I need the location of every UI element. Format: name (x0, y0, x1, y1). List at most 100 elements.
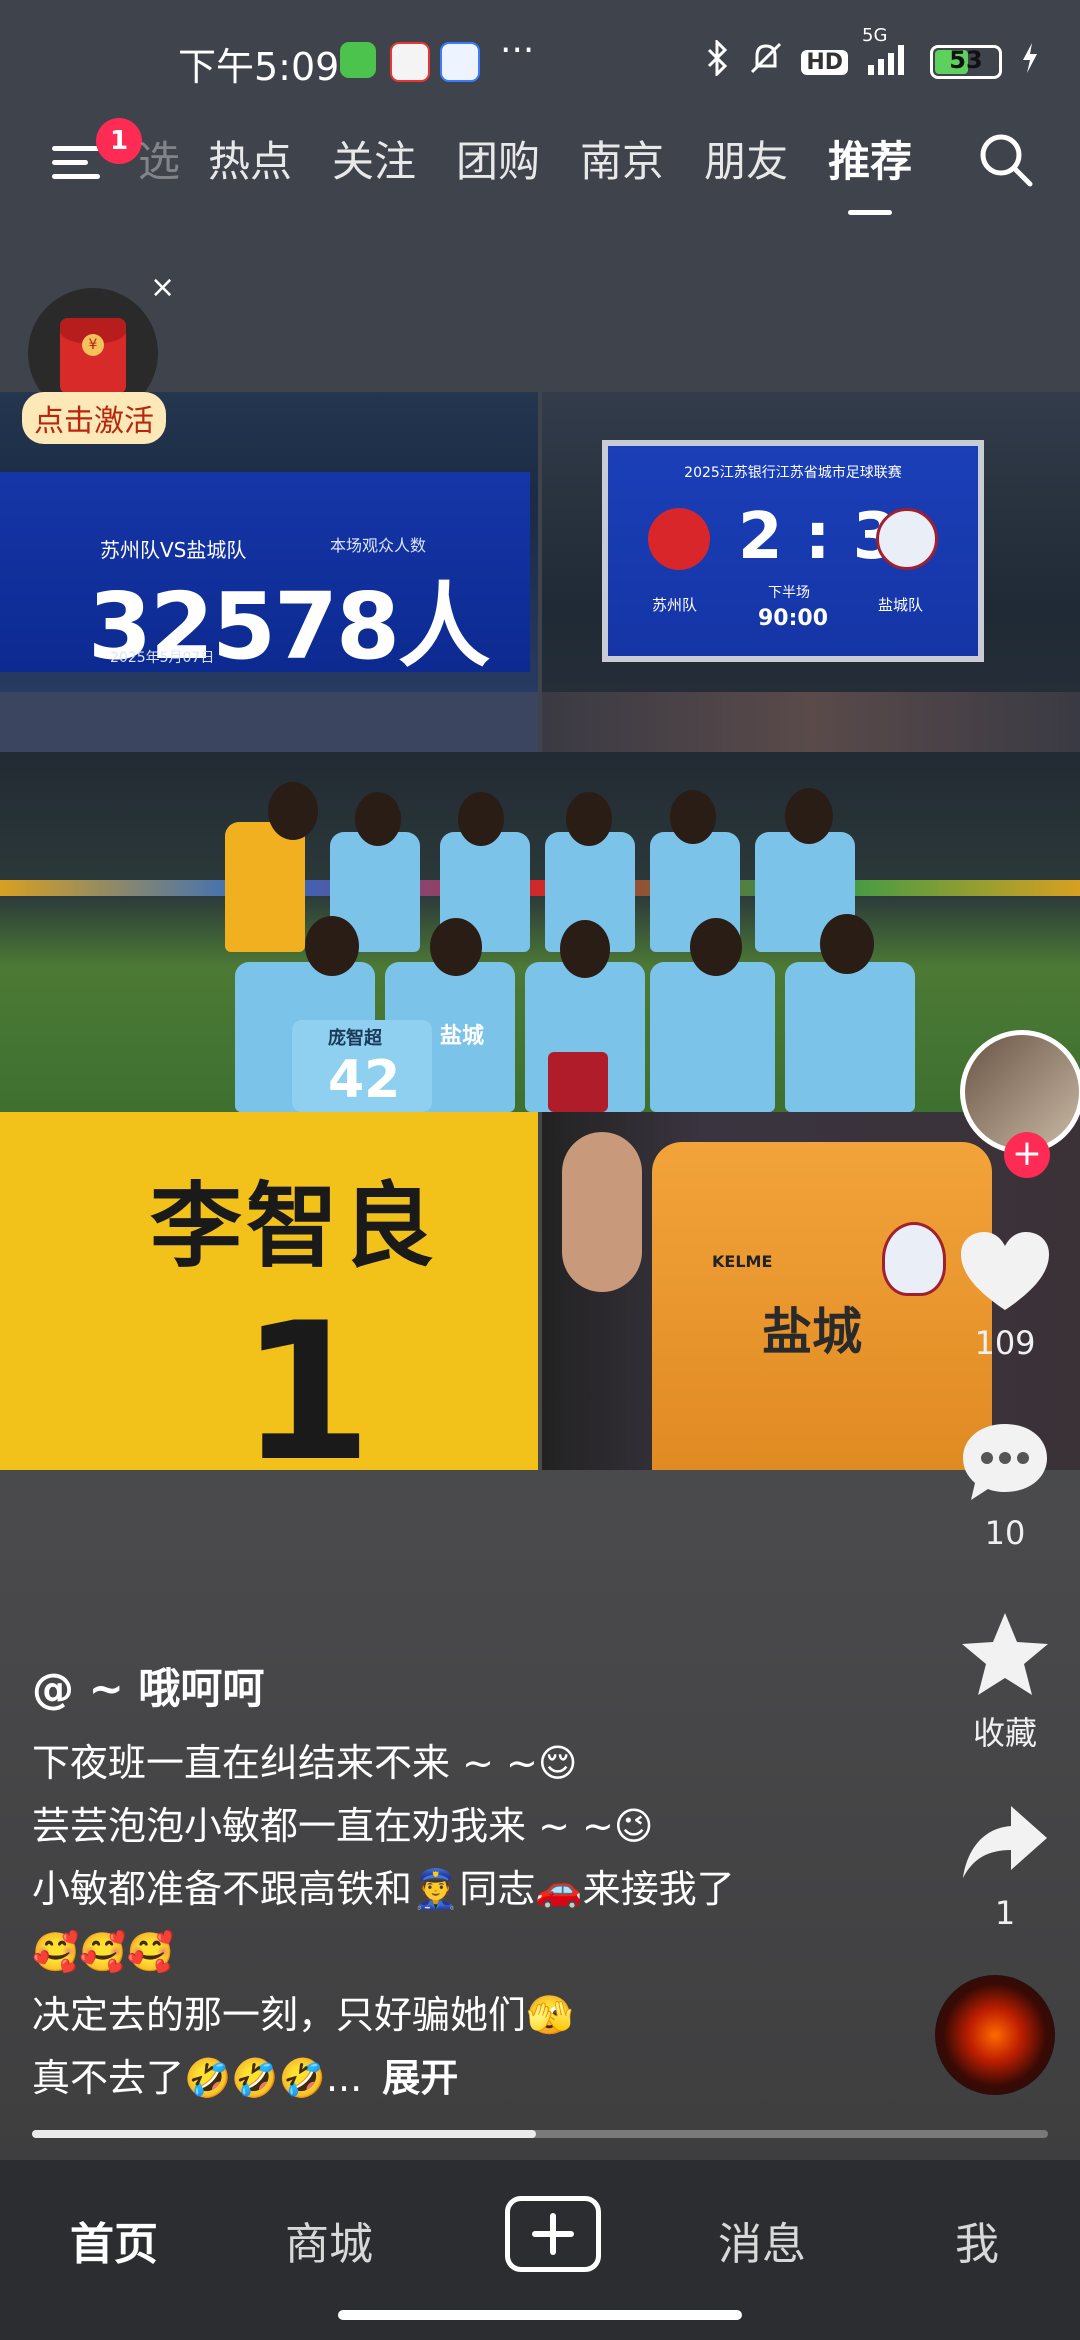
player-front (785, 962, 915, 1112)
caption-line: 🥰🥰🥰 (32, 1930, 174, 1974)
tab-faded[interactable]: 选 (138, 128, 188, 189)
heart-icon (959, 1232, 1051, 1318)
image-progress[interactable] (32, 2130, 1048, 2138)
wechat-app-icon (340, 42, 376, 78)
status-right: HD 5G 53 (705, 25, 1040, 84)
home-team-logo (648, 508, 710, 570)
signal-icon: 5G (862, 25, 912, 83)
match-time: 90:00 (758, 606, 829, 631)
player-head (690, 918, 742, 976)
top-nav: 1 选 热点 关注 团购 南京 朋友 推荐 (0, 118, 1080, 218)
held-shirt: 庞智超 42 (292, 1020, 432, 1112)
home-team-name: 苏州队 (652, 596, 698, 614)
tab-messages[interactable]: 消息 (718, 2208, 806, 2272)
caption-line: 决定去的那一刻，只好骗她们🫣 (32, 1993, 574, 2037)
jersey-club-text: 盐城 (440, 1024, 485, 1049)
tab-group-buy[interactable]: 团购 (436, 128, 560, 189)
photo-score-board[interactable]: 2025江苏银行江苏省城市足球联赛 2 : 3 苏州队 下半场 90:00 盐城… (542, 392, 1080, 752)
comment-count: 10 (984, 1514, 1026, 1552)
comment-button[interactable]: 10 (930, 1420, 1080, 1552)
tab-nanjing[interactable]: 南京 (560, 128, 684, 189)
tab-me[interactable]: 我 (955, 2208, 999, 2272)
like-count: 109 (974, 1324, 1036, 1362)
caption-line: 芸芸泡泡小敏都一直在劝我来 ~ ~😉 (32, 1804, 654, 1848)
away-team-name: 盐城队 (878, 596, 924, 614)
tab-mall[interactable]: 商城 (285, 2208, 373, 2272)
post-image-grid[interactable]: 本场观众人数 苏州队VS盐城队 32578人 2025年5月07日 2025江苏… (0, 392, 1080, 1470)
battery-indicator: 53 (930, 45, 1002, 79)
bluetooth-icon (705, 38, 731, 84)
share-arrow-icon (959, 1806, 1051, 1888)
player-head (566, 792, 612, 846)
score-board-title: 2025江苏银行江苏省城市足球联赛 (684, 465, 902, 481)
author-name[interactable]: @ ~ 哦呵呵 (32, 1655, 892, 1716)
shirt-name: 李智良 (150, 1173, 439, 1280)
search-icon[interactable] (976, 130, 1036, 190)
menu-badge: 1 (96, 118, 142, 164)
red-packet-label[interactable]: 点击激活 (22, 392, 166, 444)
red-packet-close-icon[interactable]: × (150, 270, 175, 305)
held-shirt-name: 庞智超 (328, 1028, 382, 1049)
network-type: 5G (862, 25, 888, 46)
share-button[interactable]: 1 (930, 1800, 1080, 1932)
share-count: 1 (994, 1894, 1016, 1932)
player-head (560, 920, 610, 978)
attendance-board: 本场观众人数 苏州队VS盐城队 32578人 2025年5月07日 (0, 472, 530, 680)
score: 2 : 3 (738, 500, 898, 574)
tab-home[interactable]: 首页 (70, 2208, 158, 2272)
music-disc-icon[interactable] (935, 1975, 1055, 2095)
tab-friends[interactable]: 朋友 (684, 128, 808, 189)
red-envelope-icon: ¥ (60, 318, 126, 394)
away-team-logo (876, 508, 938, 570)
caption-line: 真不去了🤣🤣🤣... (32, 2056, 363, 2100)
shirt-brand: KELME (712, 1252, 773, 1271)
progress-segment-current (32, 2130, 536, 2138)
home-indicator[interactable] (338, 2310, 742, 2320)
player-head (670, 790, 716, 844)
player-head (785, 788, 833, 844)
player-front (650, 962, 775, 1112)
mute-bell-icon (749, 40, 783, 84)
favorite-label: 收藏 (972, 1714, 1037, 1752)
tab-recommended[interactable]: 推荐 (808, 128, 932, 215)
tab-hot[interactable]: 热点 (188, 128, 312, 189)
photo-yellow-shirt[interactable]: 李智良 1 (0, 1112, 538, 1470)
favorite-button[interactable]: 收藏 (930, 1610, 1080, 1754)
nav-tabs: 选 热点 关注 团购 南京 朋友 推荐 (138, 128, 932, 215)
caption-line: 下夜班一直在纠结来不来 ~ ~😌 (32, 1741, 578, 1785)
tab-following[interactable]: 关注 (312, 128, 436, 189)
orange-shirt-text: 盐城 (762, 1303, 862, 1361)
battery-percent: 53 (949, 46, 983, 74)
photo-attendance-board[interactable]: 本场观众人数 苏州队VS盐城队 32578人 2025年5月07日 (0, 392, 538, 752)
player-head (820, 914, 874, 974)
player-head (430, 918, 482, 976)
red-packet-widget[interactable]: ¥ 点击激活 (22, 288, 166, 444)
player-head (268, 782, 318, 840)
expand-button[interactable]: 展开 (382, 2056, 458, 2100)
app-screen: 下午5:09 ··· HD 5G 53 1 选 热点 关注 团购 南京 朋友 推… (0, 0, 1080, 2340)
charging-icon (1020, 41, 1040, 83)
caption-last-line: 真不去了🤣🤣🤣... 展开 (32, 2047, 892, 2110)
goalkeeper (225, 822, 305, 952)
coin-icon: ¥ (82, 334, 104, 356)
status-time: 下午5:09 (178, 45, 340, 89)
stadium-floor (0, 692, 538, 752)
post-caption: @ ~ 哦呵呵 下夜班一直在纠结来不来 ~ ~😌 芸芸泡泡小敏都一直在劝我来 ~… (32, 1655, 892, 2110)
match-half: 下半场 (768, 585, 810, 601)
ad-boards (0, 880, 1080, 896)
star-icon (959, 1613, 1051, 1702)
comment-icon (959, 1424, 1051, 1508)
attendance-date: 2025年5月07日 (110, 650, 215, 666)
follow-button[interactable]: + (1004, 1132, 1050, 1178)
more-notifications-icon: ··· (500, 30, 535, 71)
player-head (305, 916, 359, 976)
player-head (355, 792, 401, 846)
create-post-button[interactable] (505, 2196, 601, 2272)
score-board: 2025江苏银行江苏省城市足球联赛 2 : 3 苏州队 下半场 90:00 盐城… (602, 440, 984, 662)
58-app-icon (390, 42, 430, 82)
cloud-app-icon (440, 42, 480, 82)
like-button[interactable]: 109 (930, 1230, 1080, 1362)
photo-team[interactable]: 庞智超 42 盐城 (0, 752, 1080, 1112)
caption-line: 小敏都准备不跟高铁和👮同志🚗来接我了 (32, 1867, 735, 1911)
status-bar: 下午5:09 ··· HD 5G 53 (0, 0, 1080, 120)
